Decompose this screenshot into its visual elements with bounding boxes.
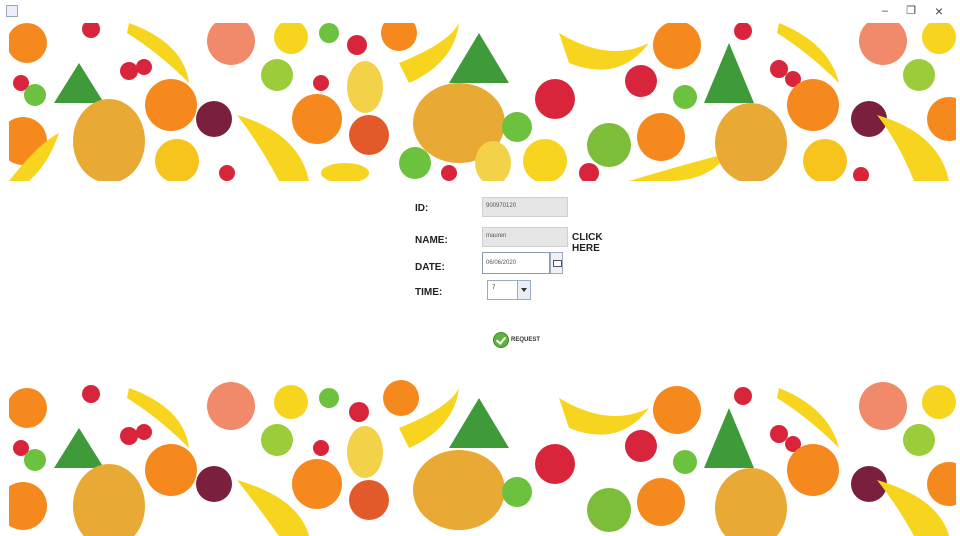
close-button[interactable]: × [928, 3, 950, 19]
time-select[interactable]: 7 [487, 280, 531, 300]
fruit-banner-top [9, 23, 956, 181]
app-icon [6, 5, 18, 17]
check-icon [493, 332, 509, 348]
maximize-button[interactable]: ❐ [900, 3, 922, 19]
id-field[interactable]: 900970120 [482, 197, 568, 217]
calendar-icon [553, 260, 562, 267]
time-value: 7 [492, 285, 496, 291]
chevron-down-icon[interactable] [517, 281, 530, 299]
fruit-illustration [9, 380, 956, 536]
name-label: NAME: [415, 235, 448, 246]
date-field[interactable]: 06/06/2020 [482, 252, 550, 274]
minimize-button[interactable]: – [874, 3, 896, 19]
click-here-link[interactable]: CLICK HERE [572, 232, 603, 254]
fruit-illustration [9, 23, 956, 181]
title-bar: – ❐ × [0, 0, 960, 22]
calendar-button[interactable] [550, 252, 563, 274]
fruit-banner-bottom [9, 378, 956, 536]
request-button[interactable]: REQUEST [493, 331, 540, 349]
name-field[interactable]: mauren [482, 227, 568, 247]
request-label: REQUEST [511, 337, 541, 343]
id-label: ID: [415, 203, 429, 214]
time-label: TIME: [415, 287, 443, 298]
date-label: DATE: [415, 262, 445, 273]
